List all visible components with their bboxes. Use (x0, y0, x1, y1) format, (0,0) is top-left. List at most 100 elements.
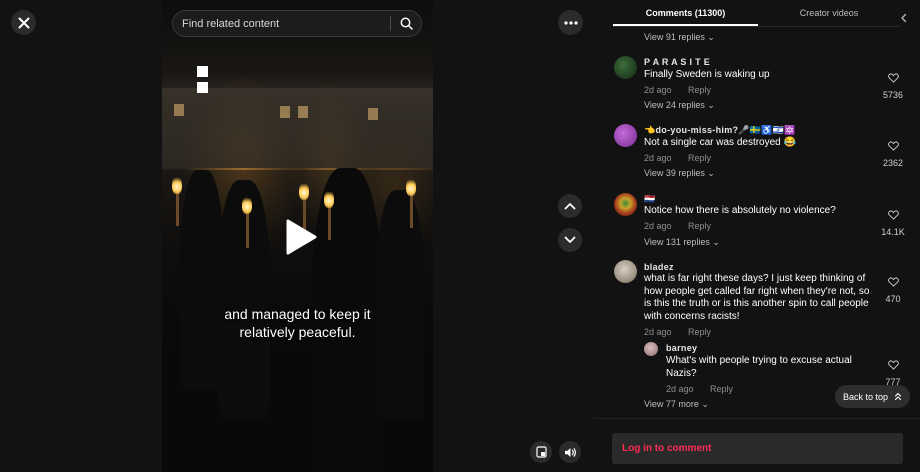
play-icon (286, 219, 317, 255)
like-button[interactable]: 2362 (878, 138, 908, 168)
stacked-squares-icon (197, 66, 208, 93)
more-options-button[interactable] (558, 10, 583, 35)
video-scene-window (174, 104, 184, 116)
tabs-divider (613, 26, 900, 27)
login-to-comment-bar[interactable]: Log in to comment (612, 433, 903, 464)
play-button[interactable] (284, 218, 318, 256)
chevron-down-icon: ⌄ (712, 237, 720, 247)
picture-in-picture-button[interactable] (530, 441, 552, 463)
comment-meta: 2d ago Reply (644, 327, 711, 337)
like-count: 14.1K (881, 227, 905, 237)
comment-username[interactable]: bladez (644, 262, 674, 272)
view-replies-link[interactable]: View 39 replies ⌄ (644, 168, 715, 179)
view-replies-link[interactable]: View 24 replies ⌄ (644, 100, 715, 111)
reply-button[interactable]: Reply (688, 85, 711, 95)
reply-button[interactable]: Reply (688, 153, 711, 163)
view-replies-link[interactable]: View 131 replies ⌄ (644, 237, 720, 248)
tab-comments[interactable]: Comments (11300) (613, 8, 758, 18)
like-button[interactable]: 5736 (878, 70, 908, 100)
search-button[interactable] (391, 10, 421, 37)
view-replies-label: View 39 replies (644, 168, 705, 178)
like-button[interactable]: 777 (878, 357, 908, 387)
video-scene-flame (172, 176, 182, 194)
video-scene-torch (246, 212, 249, 248)
panel-footer-divider (594, 418, 920, 419)
double-chevron-up-icon (894, 392, 902, 401)
heart-icon (887, 141, 899, 151)
video-scene-torch (410, 192, 413, 228)
video-scene-flame (406, 178, 416, 196)
caption-line-2: relatively peaceful. (239, 324, 356, 340)
chevron-down-icon: ⌄ (701, 399, 709, 409)
comment-time: 2d ago (644, 153, 672, 163)
view-replies-label: View 91 replies (644, 32, 705, 42)
view-more-replies-link[interactable]: View 77 more ⌄ (644, 399, 709, 410)
previous-video-button[interactable] (558, 194, 582, 218)
comment-username[interactable]: P A R A S I T E (644, 57, 710, 67)
picture-in-picture-icon (535, 446, 547, 458)
comment-meta: 2d ago Reply (644, 153, 711, 163)
avatar[interactable] (614, 124, 637, 147)
reply-button[interactable]: Reply (710, 384, 733, 394)
comment-text: Not a single car was destroyed 😂 (644, 137, 796, 148)
reply-username[interactable]: barney (666, 343, 697, 353)
comment-time: 2d ago (644, 327, 672, 337)
comment-time: 2d ago (644, 85, 672, 95)
volume-button[interactable] (559, 441, 581, 463)
video-scene-window (298, 106, 308, 118)
video-scene-window (280, 106, 290, 118)
comment-text: what is far right these days? I just kee… (644, 273, 870, 322)
avatar[interactable] (614, 193, 637, 216)
more-icon (563, 20, 578, 25)
comment-meta: 2d ago Reply (644, 85, 711, 95)
like-count: 470 (885, 294, 901, 304)
chevron-up-icon (564, 203, 576, 210)
reply-text: What's with people trying to excuse actu… (666, 355, 852, 379)
chevron-down-icon: ⌄ (707, 32, 715, 42)
back-to-top-label: Back to top (842, 391, 889, 402)
search-bar[interactable]: Find related content (172, 10, 422, 37)
avatar[interactable] (614, 56, 637, 79)
view-replies-label: View 77 more (644, 399, 699, 409)
chevron-down-icon: ⌄ (707, 168, 715, 178)
like-count: 5736 (882, 90, 904, 100)
chevron-down-icon: ⌄ (707, 100, 715, 110)
volume-icon (564, 447, 576, 457)
reply-button[interactable]: Reply (688, 221, 711, 231)
like-button[interactable]: 14.1K (878, 207, 908, 237)
panel-tabs: Comments (11300) Creator videos (594, 0, 920, 28)
back-to-top-button[interactable]: Back to top (835, 385, 910, 408)
like-count: 2362 (882, 158, 904, 168)
avatar[interactable] (644, 342, 658, 356)
comment-username[interactable]: 👈do-you-miss-him?🎤🇸🇪♿🇮🇱🔯 (644, 125, 796, 136)
view-replies-link[interactable]: View 91 replies ⌄ (644, 32, 715, 43)
video-scene-torch (328, 204, 331, 240)
comment-username[interactable]: 🇳🇱 (644, 194, 656, 205)
chevron-down-icon (564, 236, 576, 243)
video-caption: and managed to keep it relatively peacef… (162, 305, 433, 341)
video-scene-figure (218, 180, 270, 420)
tab-creator-videos[interactable]: Creator videos (770, 8, 888, 18)
video-scene-flame (299, 182, 309, 200)
heart-icon (887, 210, 899, 220)
login-to-comment-link[interactable]: Log in to comment (622, 443, 711, 454)
collapse-panel-button[interactable] (898, 11, 910, 23)
view-replies-label: View 24 replies (644, 100, 705, 110)
comment-list: View 91 replies ⌄ P A R A S I T E Finall… (594, 28, 920, 418)
video-scene-window (368, 108, 378, 120)
search-input[interactable]: Find related content (173, 18, 390, 30)
avatar[interactable] (614, 260, 637, 283)
video-scene-torch (176, 190, 179, 226)
comment-text: Notice how there is absolutely no violen… (644, 205, 836, 216)
search-icon (400, 17, 413, 30)
reply-button[interactable]: Reply (688, 327, 711, 337)
close-button[interactable] (11, 10, 36, 35)
next-video-button[interactable] (558, 228, 582, 252)
video-scene-house (162, 88, 433, 168)
like-button[interactable]: 470 (878, 274, 908, 304)
comment-text: Finally Sweden is waking up (644, 69, 770, 80)
heart-icon (887, 360, 899, 370)
video-scene-flame (324, 190, 334, 208)
heart-icon (887, 277, 899, 287)
heart-icon (887, 73, 899, 83)
